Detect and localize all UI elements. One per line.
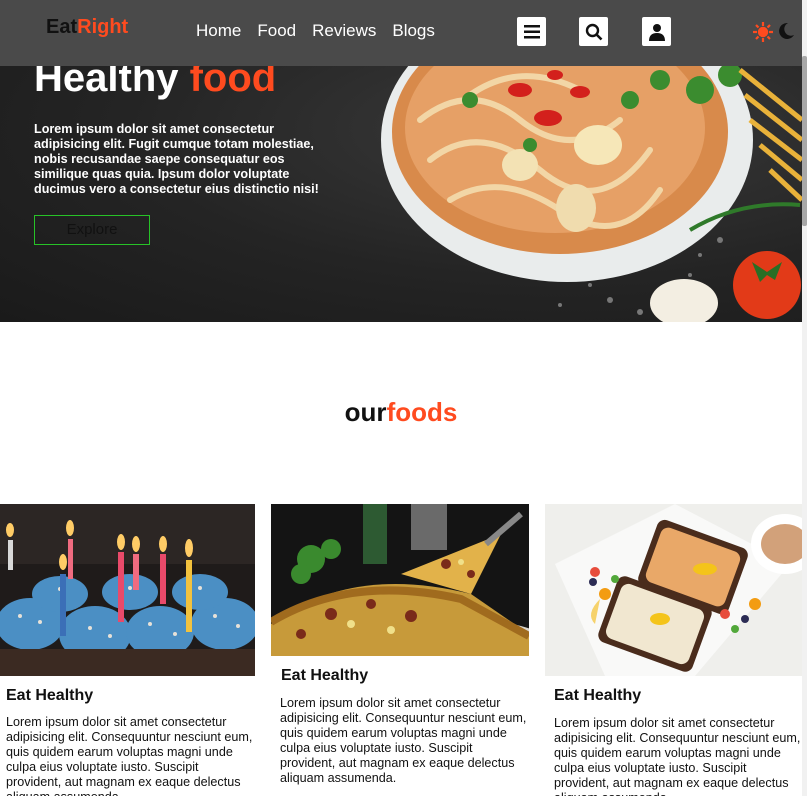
cupcakes-image <box>0 504 255 676</box>
food-card-cupcakes: Eat Healthy Lorem ipsum dolor sit amet c… <box>0 504 255 796</box>
pizza-image <box>271 504 529 656</box>
section-title: ourfoods <box>0 397 802 428</box>
section-title-our: our <box>344 397 387 427</box>
nav-blogs[interactable]: Blogs <box>392 21 435 41</box>
user-button[interactable] <box>642 17 671 46</box>
explore-button[interactable]: Explore <box>34 215 150 245</box>
section-title-foods: foods <box>386 397 458 427</box>
nav-food[interactable]: Food <box>257 21 296 41</box>
card-text: Lorem ipsum dolor sit amet consectetur a… <box>280 696 527 785</box>
moon-icon[interactable] <box>777 22 795 40</box>
main-nav: Home Food Reviews Blogs <box>196 21 451 41</box>
search-button[interactable] <box>579 17 608 46</box>
user-icon <box>648 23 665 41</box>
card-text: Lorem ipsum dolor sit amet consectetur a… <box>6 715 253 796</box>
sun-icon[interactable] <box>753 22 773 42</box>
scrollbar-thumb[interactable] <box>802 56 807 226</box>
food-card-toasts: Eat Healthy Lorem ipsum dolor sit amet c… <box>545 504 802 796</box>
search-icon <box>585 23 602 40</box>
logo-part-eat: Eat <box>46 16 78 38</box>
logo-part-right: Right <box>77 16 129 38</box>
card-title: Eat Healthy <box>6 687 94 704</box>
logo[interactable]: EatRight <box>46 16 128 39</box>
menu-button[interactable] <box>517 17 546 46</box>
card-title: Eat Healthy <box>281 667 369 684</box>
hero-text: Lorem ipsum dolor sit amet consectetur a… <box>34 122 319 196</box>
nav-home[interactable]: Home <box>196 21 241 41</box>
top-navbar: EatRight Home Food Reviews Blogs <box>0 0 807 66</box>
toast-platter-image <box>545 504 802 676</box>
nav-reviews[interactable]: Reviews <box>312 21 376 41</box>
food-card-pizza: Eat Healthy Lorem ipsum dolor sit amet c… <box>271 504 529 786</box>
menu-icon <box>523 24 540 38</box>
card-title: Eat Healthy <box>554 687 642 704</box>
card-text: Lorem ipsum dolor sit amet consectetur a… <box>554 716 801 796</box>
